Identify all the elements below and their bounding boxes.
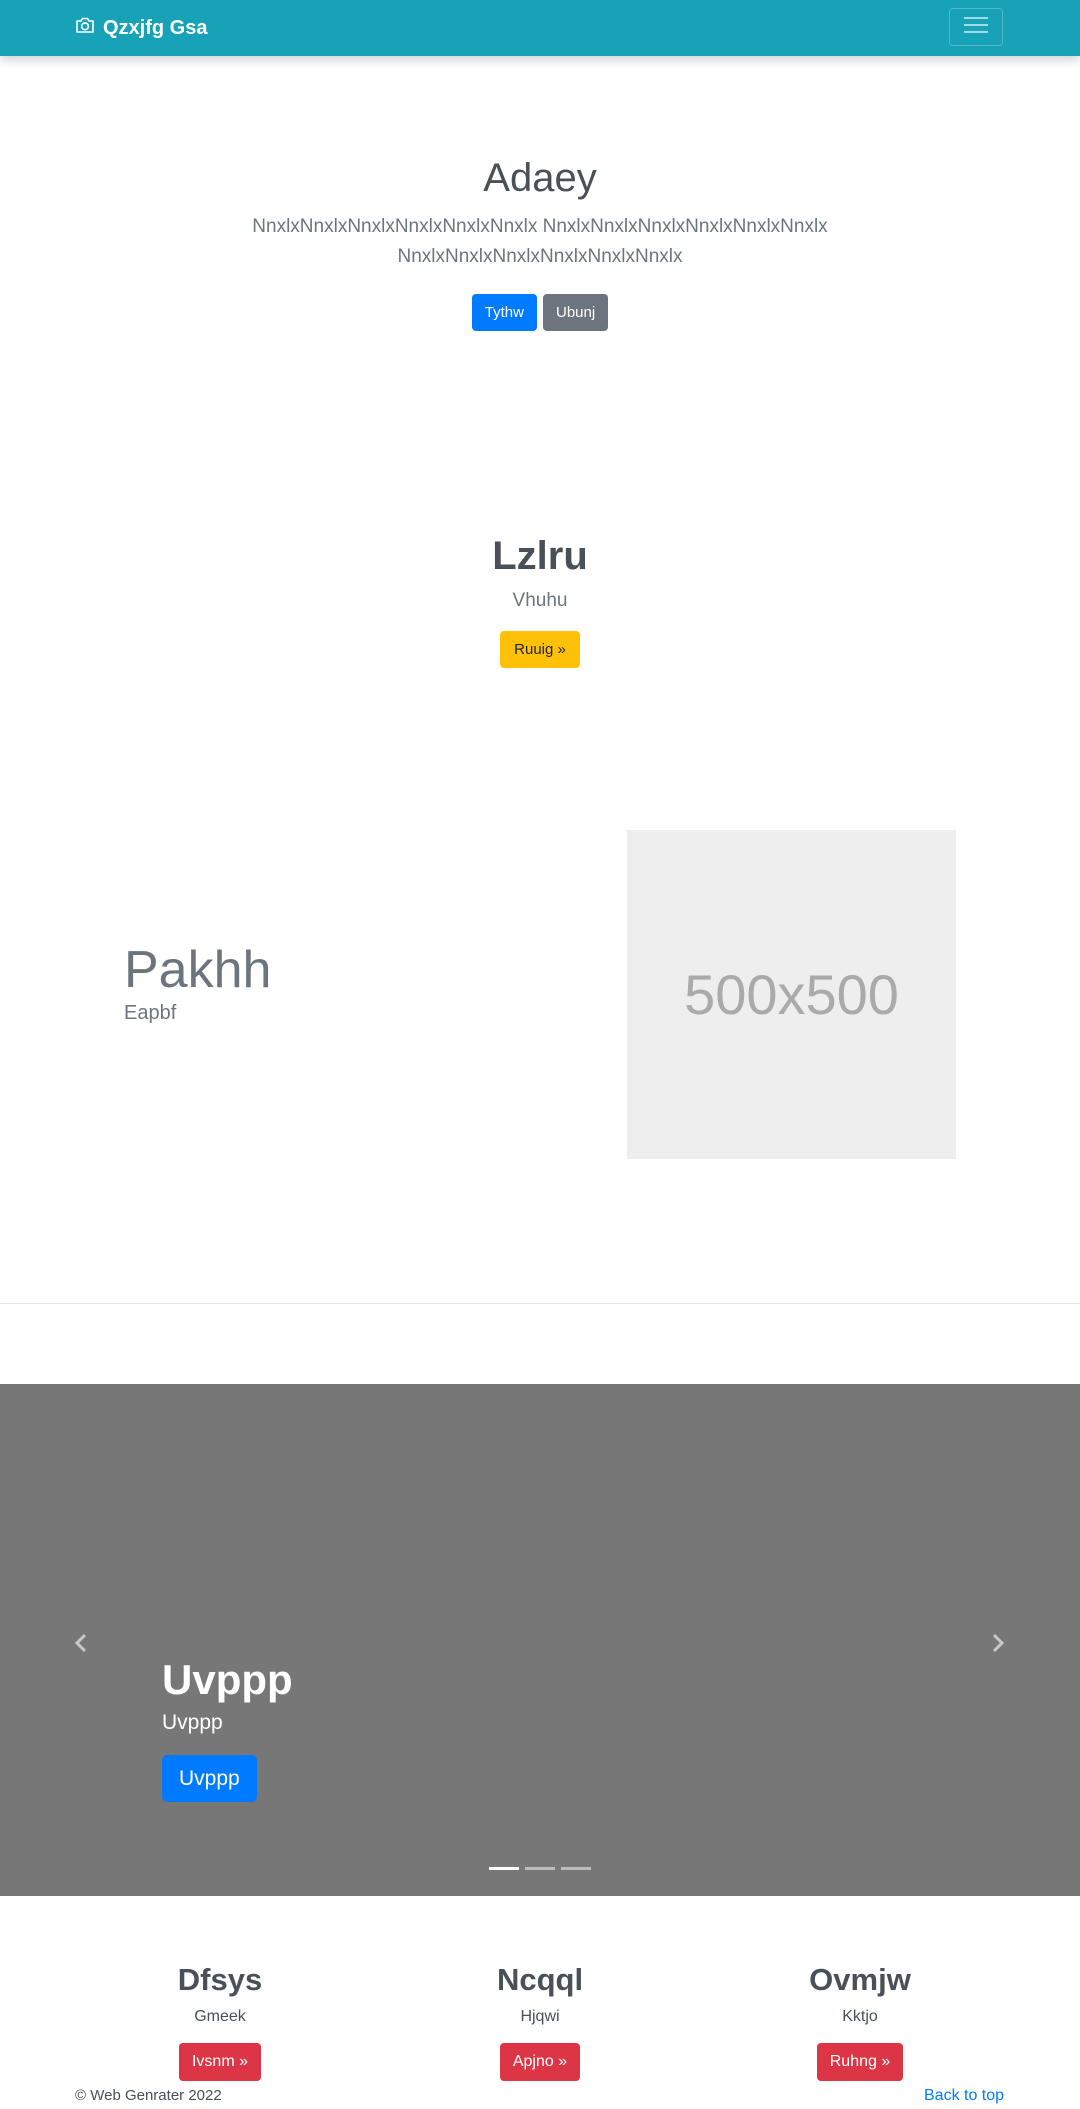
- column-text: Kktjo: [842, 2008, 878, 2025]
- column-button[interactable]: Ruhng »: [816, 2043, 904, 2081]
- hamburger-icon: [963, 15, 989, 40]
- carousel-caption: Uvppp Uvppp Uvppp: [162, 1655, 293, 1802]
- column-3: Ovmjw Kktjo Ruhng »: [760, 1960, 960, 2081]
- hero-secondary-button[interactable]: Ubunj: [542, 294, 609, 331]
- navbar-toggler[interactable]: [949, 8, 1003, 46]
- carousel-caption-title: Uvppp: [162, 1656, 293, 1703]
- column-title: Dfsys: [177, 1962, 263, 1997]
- column-1: Dfsys Gmeek Ivsnm »: [120, 1960, 320, 2081]
- hero-section: Adaey NnxlxNnxlxNnxlxNnxlxNnxlxNnxlx Nnx…: [0, 150, 1080, 331]
- column-title: Ovmjw: [809, 1962, 911, 1997]
- brand-name: Qzxjfg Gsa: [103, 16, 208, 39]
- footer-copyright: © Web Genrater 2022: [75, 2087, 222, 2104]
- feature-title: Lzlru: [492, 534, 588, 578]
- column-button[interactable]: Ivsnm »: [178, 2043, 261, 2081]
- split-text: Pakhh Eapbf: [124, 938, 271, 1025]
- feature-subtitle: Vhuhu: [512, 590, 568, 611]
- carousel-indicator-3[interactable]: [561, 1867, 591, 1870]
- column-text: Gmeek: [194, 2008, 246, 2025]
- carousel-next-button[interactable]: [988, 1633, 1008, 1657]
- chevron-right-icon: [991, 1633, 1005, 1658]
- hero-buttons: Tythw Ubunj: [0, 294, 1080, 331]
- hero-title: Adaey: [483, 156, 597, 200]
- section-divider: [0, 1303, 1080, 1304]
- carousel-indicators: [489, 1867, 591, 1870]
- carousel-indicator-2[interactable]: [525, 1867, 555, 1870]
- split-title: Pakhh: [124, 941, 272, 999]
- split-subtitle: Eapbf: [124, 1002, 177, 1024]
- feature-button[interactable]: Ruuig »: [500, 631, 580, 668]
- carousel-prev-button[interactable]: [71, 1633, 91, 1657]
- back-to-top-link[interactable]: Back to top: [924, 2087, 1004, 2105]
- hero-primary-button[interactable]: Tythw: [471, 294, 537, 331]
- feature-section: Lzlru Vhuhu Ruuig »: [0, 532, 1080, 668]
- carousel-indicator-1[interactable]: [489, 1867, 519, 1870]
- navbar: Qzxjfg Gsa: [0, 0, 1080, 56]
- placeholder-label: 500x500: [684, 963, 899, 1026]
- column-2: Ncqql Hjqwi Apjno »: [440, 1960, 640, 2081]
- carousel: Uvppp Uvppp Uvppp: [0, 1384, 1080, 1896]
- column-text: Hjqwi: [520, 2008, 560, 2025]
- chevron-left-icon: [74, 1633, 88, 1658]
- carousel-caption-button[interactable]: Uvppp: [162, 1755, 257, 1802]
- brand-link[interactable]: Qzxjfg Gsa: [75, 0, 207, 56]
- carousel-caption-text: Uvppp: [162, 1711, 223, 1734]
- hero-lead: NnxlxNnxlxNnxlxNnxlxNnxlxNnxlx NnxlxNnxl…: [252, 216, 828, 267]
- camera-icon: [75, 16, 103, 40]
- column-title: Ncqql: [496, 1962, 584, 1997]
- column-button[interactable]: Apjno »: [499, 2043, 581, 2081]
- placeholder-image: 500x500: [627, 830, 956, 1159]
